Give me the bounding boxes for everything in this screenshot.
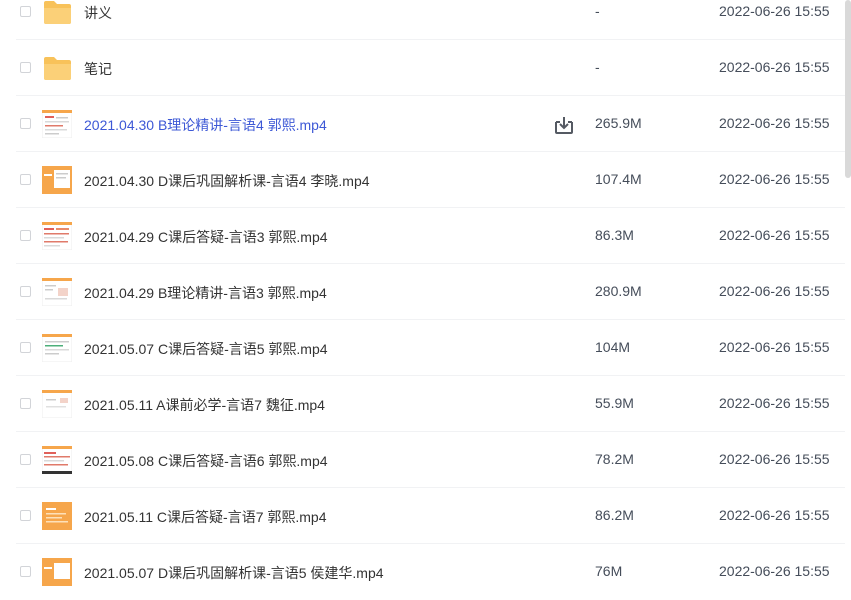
file-name[interactable]: 2021.05.11 A课前必学-言语7 魏征.mp4 xyxy=(84,395,325,415)
video-thumbnail xyxy=(42,278,72,306)
row-checkbox[interactable] xyxy=(20,510,31,521)
file-date: 2022-06-26 15:55 xyxy=(719,395,830,411)
file-size: 55.9M xyxy=(595,395,634,411)
file-date: 2022-06-26 15:55 xyxy=(719,3,830,19)
list-item-video[interactable]: 2021.04.30 D课后巩固解析课-言语4 李晓.mp4 107.4M 20… xyxy=(0,152,851,208)
row-checkbox[interactable] xyxy=(20,6,31,17)
video-thumbnail xyxy=(42,446,72,474)
row-checkbox[interactable] xyxy=(20,174,31,185)
folder-icon xyxy=(44,1,71,24)
scrollbar-thumb[interactable] xyxy=(845,0,851,178)
row-checkbox[interactable] xyxy=(20,62,31,73)
video-thumbnail xyxy=(42,166,72,194)
row-checkbox[interactable] xyxy=(20,398,31,409)
video-thumbnail xyxy=(42,222,72,250)
file-size: 86.3M xyxy=(595,227,634,243)
list-item-video[interactable]: 2021.04.30 B理论精讲-言语4 郭熙.mp4 265.9M 2022-… xyxy=(0,96,851,152)
file-size: 104M xyxy=(595,339,631,355)
row-checkbox[interactable] xyxy=(20,342,31,353)
file-date: 2022-06-26 15:55 xyxy=(719,563,830,579)
file-size: - xyxy=(595,3,600,19)
file-size: 86.2M xyxy=(595,507,634,523)
file-date: 2022-06-26 15:55 xyxy=(719,59,830,75)
row-checkbox[interactable] xyxy=(20,566,31,577)
file-date: 2022-06-26 15:55 xyxy=(719,115,830,131)
file-date: 2022-06-26 15:55 xyxy=(719,507,830,523)
file-name[interactable]: 2021.05.08 C课后答疑-言语6 郭熙.mp4 xyxy=(84,451,328,471)
list-item-video[interactable]: 2021.04.29 C课后答疑-言语3 郭熙.mp4 86.3M 2022-0… xyxy=(0,208,851,264)
list-item-video[interactable]: 2021.05.11 A课前必学-言语7 魏征.mp4 55.9M 2022-0… xyxy=(0,376,851,432)
file-size: 265.9M xyxy=(595,115,642,131)
video-thumbnail xyxy=(42,390,72,418)
file-size: 76M xyxy=(595,563,623,579)
file-size: 107.4M xyxy=(595,171,642,187)
list-item-folder-biji[interactable]: 笔记 - 2022-06-26 15:55 xyxy=(0,40,851,96)
list-item-video[interactable]: 2021.05.07 C课后答疑-言语5 郭熙.mp4 104M 2022-06… xyxy=(0,320,851,376)
file-name[interactable]: 2021.04.30 D课后巩固解析课-言语4 李晓.mp4 xyxy=(84,171,370,191)
row-checkbox[interactable] xyxy=(20,230,31,241)
file-name[interactable]: 2021.04.29 B理论精讲-言语3 郭熙.mp4 xyxy=(84,283,327,303)
download-icon[interactable] xyxy=(553,115,575,135)
file-name[interactable]: 2021.05.11 C课后答疑-言语7 郭熙.mp4 xyxy=(84,507,327,527)
file-name[interactable]: 讲义 xyxy=(84,3,112,23)
file-name[interactable]: 2021.05.07 D课后巩固解析课-言语5 侯建华.mp4 xyxy=(84,563,384,583)
folder-icon xyxy=(44,57,71,80)
video-thumbnail xyxy=(42,110,72,138)
file-name[interactable]: 2021.04.30 B理论精讲-言语4 郭熙.mp4 xyxy=(84,115,327,135)
file-name[interactable]: 笔记 xyxy=(84,59,112,79)
file-name[interactable]: 2021.04.29 C课后答疑-言语3 郭熙.mp4 xyxy=(84,227,328,247)
list-item-video[interactable]: 2021.05.11 C课后答疑-言语7 郭熙.mp4 86.2M 2022-0… xyxy=(0,488,851,544)
row-checkbox[interactable] xyxy=(20,286,31,297)
file-size: - xyxy=(595,59,600,75)
scrollbar[interactable] xyxy=(845,0,851,592)
row-checkbox[interactable] xyxy=(20,454,31,465)
video-thumbnail xyxy=(42,334,72,362)
file-size: 280.9M xyxy=(595,283,642,299)
file-size: 78.2M xyxy=(595,451,634,467)
list-item-folder-jiangyi[interactable]: 讲义 - 2022-06-26 15:55 xyxy=(0,0,851,40)
file-date: 2022-06-26 15:55 xyxy=(719,283,830,299)
video-thumbnail xyxy=(42,558,72,586)
row-checkbox[interactable] xyxy=(20,118,31,129)
file-date: 2022-06-26 15:55 xyxy=(719,451,830,467)
file-date: 2022-06-26 15:55 xyxy=(719,339,830,355)
video-thumbnail xyxy=(42,502,72,530)
file-date: 2022-06-26 15:55 xyxy=(719,227,830,243)
file-date: 2022-06-26 15:55 xyxy=(719,171,830,187)
list-item-video[interactable]: 2021.04.29 B理论精讲-言语3 郭熙.mp4 280.9M 2022-… xyxy=(0,264,851,320)
list-item-video[interactable]: 2021.05.08 C课后答疑-言语6 郭熙.mp4 78.2M 2022-0… xyxy=(0,432,851,488)
file-name[interactable]: 2021.05.07 C课后答疑-言语5 郭熙.mp4 xyxy=(84,339,328,359)
file-list: 讲义 - 2022-06-26 15:55 笔记 - 2022-06-26 15… xyxy=(0,0,851,600)
